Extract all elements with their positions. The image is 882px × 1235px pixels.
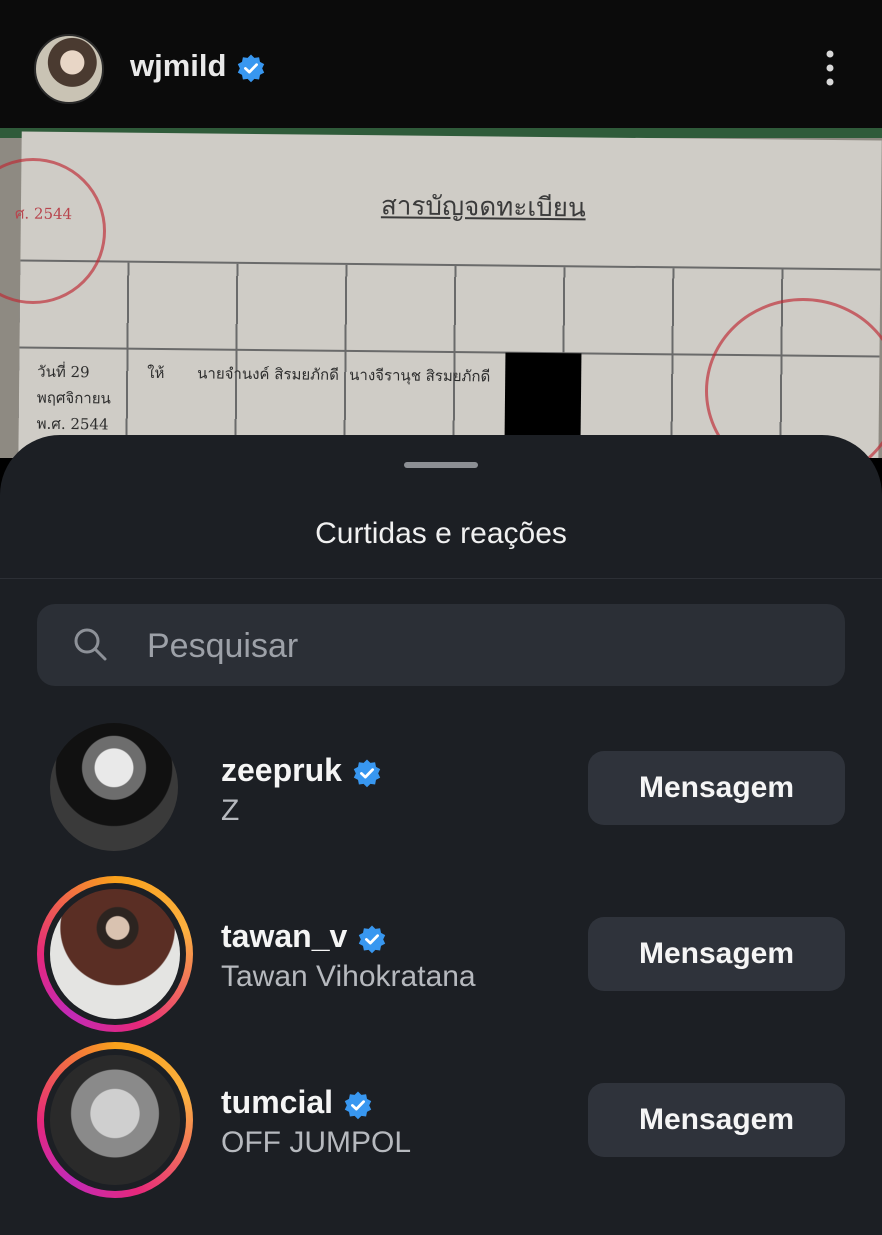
search-bar[interactable] — [37, 604, 845, 686]
username[interactable]: tawan_v — [221, 918, 387, 955]
more-vertical-icon[interactable] — [820, 48, 840, 88]
full-name: OFF JUMPOL — [221, 1126, 412, 1159]
message-button[interactable]: Mensagem — [588, 1083, 845, 1157]
document-title: สารบัญจดทะเบียน — [380, 191, 586, 224]
message-button[interactable]: Mensagem — [588, 917, 845, 991]
document-giver: นายจำนงค์ สิรมยภักดี — [197, 364, 339, 384]
document-date-3: พ.ศ. 2544 — [36, 414, 109, 434]
avatar[interactable] — [50, 723, 178, 851]
username[interactable]: tumcial — [221, 1084, 373, 1121]
search-icon — [74, 628, 107, 661]
author-avatar[interactable] — [34, 34, 104, 104]
author-username[interactable]: wjmild — [130, 48, 266, 84]
username-text[interactable]: tumcial — [221, 1084, 333, 1120]
list-item[interactable]: tawan_v Tawan Vihokratana Mensagem — [0, 876, 882, 1032]
document-receiver: นางจีรานุช สิรมยภักดี — [349, 365, 491, 386]
sheet-title: Curtidas e reações — [315, 517, 567, 550]
username-text[interactable]: zeepruk — [221, 752, 342, 788]
verified-badge-icon — [353, 759, 381, 787]
story-ring[interactable] — [37, 1042, 193, 1198]
document-date-2: พฤศจิกายน — [36, 388, 111, 408]
post-photo[interactable]: สารบัญจดทะเบียน วันที่ 29 พฤศจิกายน พ.ศ.… — [0, 128, 882, 458]
verified-badge-icon — [238, 54, 265, 83]
list-item[interactable]: zeepruk Z Mensagem — [0, 720, 882, 870]
username[interactable]: zeepruk — [221, 752, 382, 789]
story-ring[interactable] — [37, 876, 193, 1032]
author-username-text[interactable]: wjmild — [130, 48, 226, 83]
document-type: ให้ — [147, 363, 165, 383]
full-name: Tawan Vihokratana — [221, 960, 476, 993]
full-name: Z — [221, 794, 240, 827]
sheet-divider — [0, 578, 882, 579]
document-date-1: วันที่ 29 — [37, 362, 90, 382]
verified-badge-icon — [344, 1091, 372, 1119]
likes-sheet: Curtidas e reações zeepruk Z Mensagem ta… — [0, 435, 882, 1235]
message-button[interactable]: Mensagem — [588, 751, 845, 825]
drag-handle[interactable] — [404, 462, 478, 468]
avatar[interactable] — [50, 889, 180, 1019]
post-header: wjmild — [0, 0, 882, 128]
search-input[interactable] — [145, 620, 799, 672]
list-item[interactable]: tumcial OFF JUMPOL Mensagem — [0, 1042, 882, 1198]
avatar[interactable] — [50, 1055, 180, 1185]
username-text[interactable]: tawan_v — [221, 918, 347, 954]
verified-badge-icon — [359, 925, 386, 953]
